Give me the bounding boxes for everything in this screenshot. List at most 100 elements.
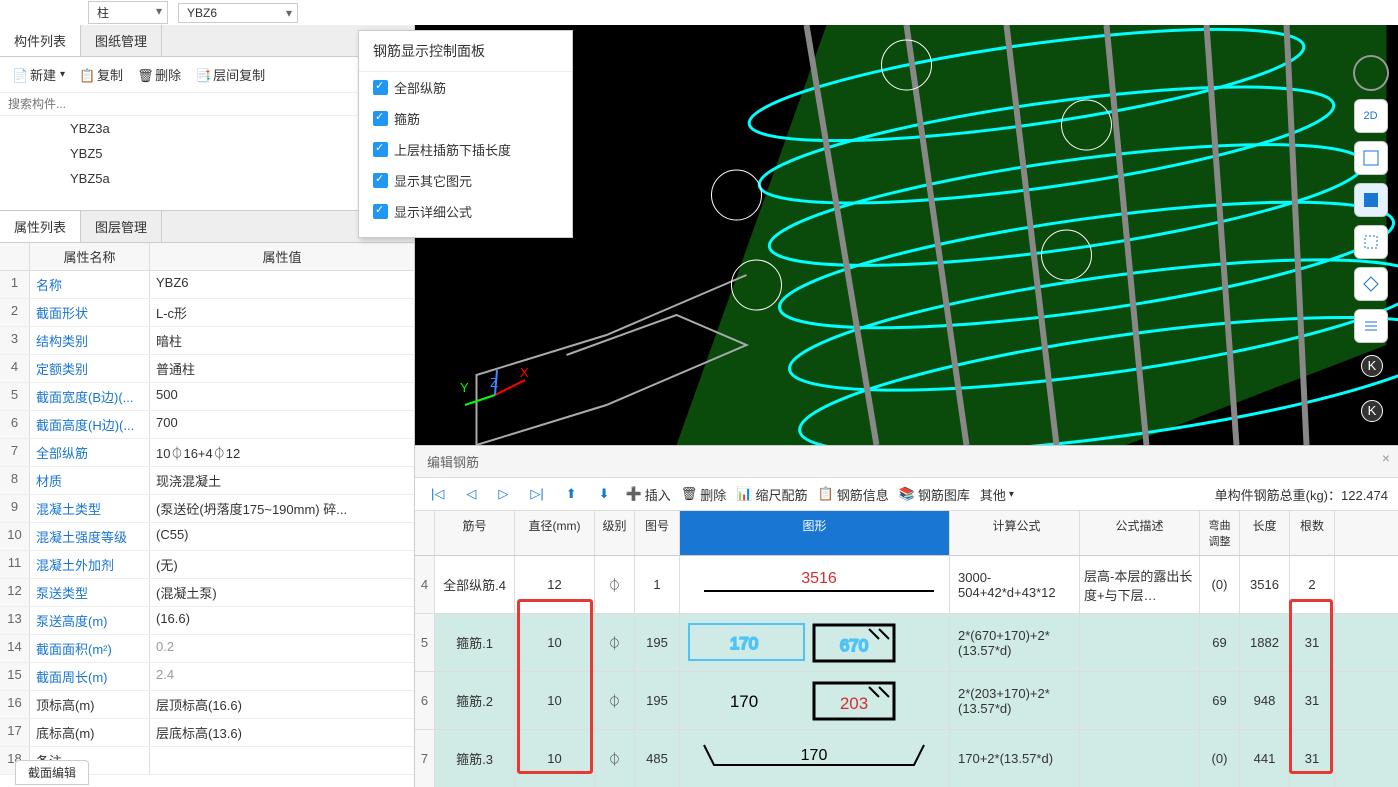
property-row[interactable]: 6 截面高度(H边)(... 700 — [0, 411, 414, 439]
checkbox-icon[interactable] — [373, 204, 388, 219]
property-row[interactable]: 4 定额类别 普通柱 — [0, 355, 414, 383]
property-value[interactable]: 500 — [150, 383, 414, 410]
property-value[interactable]: 0.2 — [150, 635, 414, 662]
tab-drawing-manage[interactable]: 图纸管理 — [81, 25, 162, 56]
property-row[interactable]: 10 混凝土强度等级 (C55) — [0, 523, 414, 551]
new-icon: 📄 — [12, 68, 26, 82]
property-row[interactable]: 11 混凝土外加剂 (无) — [0, 551, 414, 579]
left-panel: 构件列表 图纸管理 📄新建 ▾ 📋复制 🗑删除 📑层间复制 YBZ3a YBZ5… — [0, 25, 415, 787]
checkbox-icon[interactable] — [373, 111, 388, 126]
import-icon[interactable]: ⬆ — [560, 484, 583, 504]
list-item[interactable]: YBZ3a — [0, 116, 414, 141]
list-item[interactable]: YBZ5a — [0, 166, 414, 191]
property-value[interactable]: 普通柱 — [150, 355, 414, 382]
property-value[interactable]: YBZ6 — [150, 271, 414, 298]
property-row[interactable]: 13 泵送高度(m) (16.6) — [0, 607, 414, 635]
property-value[interactable]: 暗柱 — [150, 327, 414, 354]
property-row[interactable]: 5 截面宽度(B边)(... 500 — [0, 383, 414, 411]
checkbox-item[interactable]: 显示详细公式 — [359, 196, 572, 227]
section-edit-tab[interactable]: 截面编辑 — [15, 760, 89, 785]
svg-text:203: 203 — [840, 694, 868, 713]
property-row[interactable]: 7 全部纵筋 10⏀16+4⏀12 — [0, 439, 414, 467]
checkbox-icon[interactable] — [373, 142, 388, 157]
property-row[interactable]: 1 名称 YBZ6 — [0, 271, 414, 299]
property-row[interactable]: 14 截面面积(m²) 0.2 — [0, 635, 414, 663]
component-name-dropdown[interactable]: YBZ6 — [178, 3, 298, 23]
property-value[interactable]: 现浇混凝土 — [150, 467, 414, 494]
new-button[interactable]: 📄新建 ▾ — [8, 63, 69, 86]
property-value[interactable]: L-c形 — [150, 299, 414, 326]
search-input[interactable] — [0, 93, 414, 116]
checkbox-item[interactable]: 箍筋 — [359, 103, 572, 134]
other-dropdown[interactable]: 其他 ▾ — [980, 485, 1014, 504]
property-header: 属性名称 属性值 — [0, 243, 414, 271]
checkbox-item[interactable]: 上层柱插筋下插长度 — [359, 134, 572, 165]
tab-property-list[interactable]: 属性列表 — [0, 211, 81, 242]
property-value[interactable] — [150, 747, 414, 774]
property-name: 定额类别 — [30, 355, 150, 382]
view-select-button[interactable] — [1354, 225, 1388, 259]
property-value[interactable]: (混凝土泵) — [150, 579, 414, 606]
k-marker: K — [1361, 400, 1383, 422]
property-row[interactable]: 2 截面形状 L-c形 — [0, 299, 414, 327]
property-value[interactable]: (16.6) — [150, 607, 414, 634]
floor-copy-button[interactable]: 📑层间复制 — [191, 63, 269, 86]
property-row[interactable]: 9 混凝土类型 (泵送砼(坍落度175~190mm) 碎... — [0, 495, 414, 523]
insert-button[interactable]: ➕插入 — [626, 485, 671, 504]
property-row[interactable]: 16 顶标高(m) 层顶标高(16.6) — [0, 691, 414, 719]
property-value[interactable]: 层顶标高(16.6) — [150, 691, 414, 718]
property-name: 全部纵筋 — [30, 439, 150, 466]
delete-button[interactable]: 🗑删除 — [681, 485, 727, 504]
list-item[interactable]: YBZ5 — [0, 141, 414, 166]
delete-button[interactable]: 🗑删除 — [133, 63, 185, 86]
checkbox-item[interactable]: 全部纵筋 — [359, 72, 572, 103]
property-name: 截面宽度(B边)(... — [30, 383, 150, 410]
view-list-button[interactable] — [1354, 309, 1388, 343]
checkbox-label: 全部纵筋 — [394, 78, 446, 97]
info-button[interactable]: 📋钢筋信息 — [818, 485, 889, 504]
property-value[interactable]: (C55) — [150, 523, 414, 550]
scale-button[interactable]: 📊缩尺配筋 — [736, 485, 807, 504]
checkbox-item[interactable]: 显示其它图元 — [359, 165, 572, 196]
component-type-dropdown[interactable]: 柱 — [88, 1, 168, 24]
tab-layer-manage[interactable]: 图层管理 — [81, 211, 162, 242]
property-name: 混凝土类型 — [30, 495, 150, 522]
view-solid-button[interactable] — [1354, 183, 1388, 217]
property-tabs: 属性列表 图层管理 — [0, 211, 414, 243]
nav-first-icon[interactable]: |◁ — [425, 484, 450, 504]
view-2d-button[interactable]: 2D — [1354, 99, 1388, 133]
copy-button[interactable]: 📋复制 — [75, 63, 127, 86]
nav-prev-icon[interactable]: ◁ — [460, 484, 482, 504]
checkbox-label: 显示详细公式 — [394, 202, 472, 221]
property-value[interactable]: (无) — [150, 551, 414, 578]
property-value[interactable]: 层底标高(13.6) — [150, 719, 414, 746]
property-row[interactable]: 12 泵送类型 (混凝土泵) — [0, 579, 414, 607]
close-icon[interactable]: × — [1382, 450, 1390, 466]
nav-next-icon[interactable]: ▷ — [492, 484, 514, 504]
property-value[interactable]: 2.4 — [150, 663, 414, 690]
property-value[interactable]: 10⏀16+4⏀12 — [150, 439, 414, 466]
diameter-red-box — [517, 599, 593, 774]
rebar-display-panel: 钢筋显示控制面板 全部纵筋箍筋上层柱插筋下插长度显示其它图元显示详细公式 — [358, 30, 573, 238]
checkbox-icon[interactable] — [373, 173, 388, 188]
nav-last-icon[interactable]: ▷| — [524, 484, 549, 504]
property-row[interactable]: 15 截面周长(m) 2.4 — [0, 663, 414, 691]
property-name: 名称 — [30, 271, 150, 298]
property-row[interactable]: 17 底标高(m) 层底标高(13.6) — [0, 719, 414, 747]
svg-text:170: 170 — [730, 692, 758, 711]
view-wireframe-button[interactable] — [1354, 141, 1388, 175]
export-icon[interactable]: ⬇ — [593, 484, 616, 504]
property-row[interactable]: 3 结构类别 暗柱 — [0, 327, 414, 355]
property-value[interactable]: (泵送砼(坍落度175~190mm) 碎... — [150, 495, 414, 522]
view-isolate-button[interactable] — [1354, 267, 1388, 301]
checkbox-icon[interactable] — [373, 80, 388, 95]
tab-component-list[interactable]: 构件列表 — [0, 25, 81, 56]
insert-icon: ➕ — [626, 486, 642, 502]
component-toolbar: 📄新建 ▾ 📋复制 🗑删除 📑层间复制 — [0, 57, 414, 93]
library-button[interactable]: 📚钢筋图库 — [899, 485, 970, 504]
orbit-sphere-icon[interactable] — [1353, 55, 1389, 91]
total-weight: 单构件钢筋总重(kg)：122.474 — [1215, 485, 1388, 504]
property-row[interactable]: 8 材质 现浇混凝土 — [0, 467, 414, 495]
property-value[interactable]: 700 — [150, 411, 414, 438]
k-marker: K — [1361, 355, 1383, 377]
